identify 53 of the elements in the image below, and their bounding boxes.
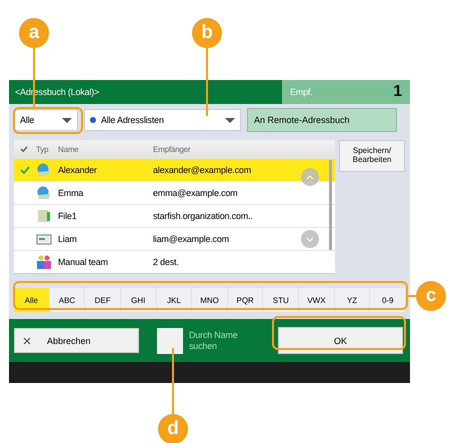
chevron-up-icon bbox=[306, 174, 314, 180]
letter-tab[interactable]: JKL bbox=[156, 288, 192, 312]
search-by-name-checkbox[interactable] bbox=[157, 328, 183, 354]
ok-button[interactable]: OK bbox=[278, 327, 403, 354]
letter-tab[interactable]: VWX bbox=[299, 288, 334, 312]
recipient-cell-text: 2 dest. bbox=[153, 257, 180, 267]
letter-tab[interactable]: YZ bbox=[334, 288, 370, 312]
column-header: Empfänger bbox=[153, 144, 192, 154]
recipients-count: 1 bbox=[393, 83, 402, 101]
save-edit-button[interactable]: Speichern/ Bearbeiten bbox=[339, 140, 405, 172]
check-icon bbox=[20, 146, 28, 152]
recipients-label: Empf. bbox=[290, 87, 313, 97]
letter-tab[interactable]: PQR bbox=[228, 288, 262, 312]
callout-marker: d bbox=[158, 414, 188, 443]
name-cell-text: Manual team bbox=[58, 257, 109, 267]
checkbox-label: Durch Name suchen bbox=[189, 330, 239, 351]
scroll-bar[interactable] bbox=[329, 160, 332, 250]
letter-tab[interactable]: 0-9 bbox=[370, 288, 406, 312]
letter-tab[interactable]: STU bbox=[263, 288, 298, 312]
recipient-cell-text: starfish.organization.com.. bbox=[153, 211, 254, 221]
cancel-button[interactable]: Abbrechen bbox=[14, 328, 139, 353]
leader-line bbox=[206, 46, 208, 116]
globe-letter-icon bbox=[36, 163, 52, 177]
highlight-frame bbox=[13, 107, 83, 134]
check-icon bbox=[20, 166, 30, 174]
column-header: Name bbox=[58, 144, 80, 154]
globe-letter-icon bbox=[36, 186, 52, 200]
letter-tab[interactable]: Alle bbox=[14, 288, 49, 312]
group-icon bbox=[36, 255, 52, 269]
folder-icon bbox=[36, 209, 52, 223]
address-row[interactable]: Alexander alexander@example.com bbox=[14, 158, 335, 181]
filter-dropdown[interactable]: Alle bbox=[14, 109, 78, 131]
leader-line bbox=[33, 46, 35, 108]
recipient-cell-text: liam@example.com bbox=[153, 234, 230, 244]
chevron-down-icon bbox=[306, 236, 314, 242]
address-list-dropdown[interactable]: Alle Adresslisten bbox=[84, 109, 241, 131]
fax-icon bbox=[36, 232, 52, 246]
letter-tab[interactable]: DEF bbox=[85, 288, 120, 312]
column-header: Typ bbox=[36, 144, 50, 154]
letter-tab[interactable]: GHI bbox=[120, 288, 156, 312]
recipient-cell-text: alexander@example.com bbox=[153, 165, 252, 175]
close-icon bbox=[23, 336, 31, 344]
callout-marker: b bbox=[192, 18, 222, 48]
callout-marker: c bbox=[416, 281, 446, 311]
remote-address-book-button[interactable]: An Remote-Adressbuch bbox=[247, 108, 397, 132]
name-cell-text: Liam bbox=[58, 234, 78, 244]
letter-tab[interactable]: ABC bbox=[50, 288, 84, 312]
letter-tab[interactable]: MNO bbox=[192, 288, 227, 312]
name-cell-text: Alexander bbox=[58, 165, 98, 175]
name-cell-text: File1 bbox=[58, 211, 78, 221]
recipient-cell-text: emma@example.com bbox=[153, 188, 238, 198]
callout-marker: a bbox=[19, 18, 49, 48]
name-cell-text: Emma bbox=[58, 188, 84, 198]
